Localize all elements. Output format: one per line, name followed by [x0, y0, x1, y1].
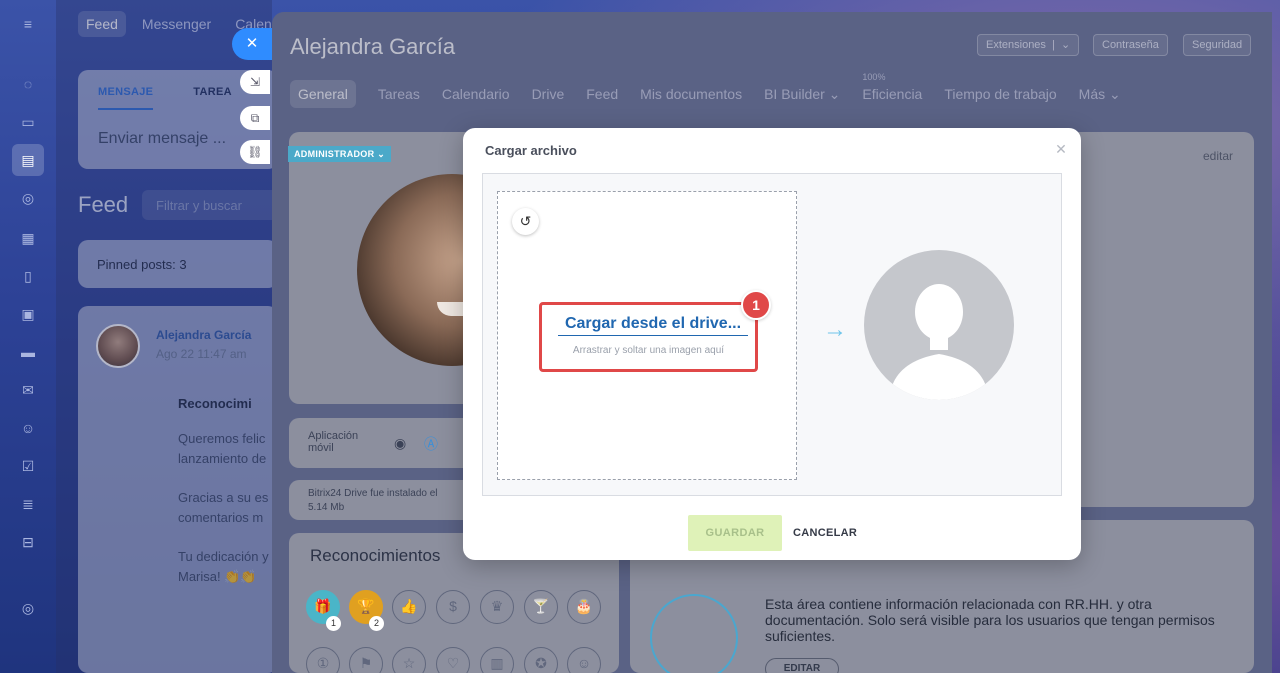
badge-count: 1 — [326, 616, 341, 631]
close-slider-button[interactable]: ✕ — [232, 28, 272, 60]
hr-edit-button[interactable]: EDITAR — [765, 658, 839, 673]
hr-description: Esta área contiene información relaciona… — [765, 596, 1215, 644]
menu-icon[interactable]: ≡ — [18, 14, 38, 34]
chat-icon[interactable]: ▭ — [18, 112, 38, 132]
edit-link[interactable]: editar — [1203, 149, 1233, 163]
upload-from-drive-link[interactable]: Cargar desde el drive... — [558, 315, 748, 336]
modal-body: ↺ Cargar desde el drive... Arrastrar y s… — [482, 173, 1062, 496]
avatar-placeholder — [864, 250, 1014, 400]
medal-icon[interactable]: ✪ — [524, 647, 558, 673]
star-icon[interactable]: ☆ — [392, 647, 426, 673]
briefcase-icon — [650, 594, 738, 673]
smile-icon[interactable]: ☺ — [567, 647, 601, 673]
admin-badge[interactable]: ADMINISTRADOR ⌄ — [288, 146, 392, 162]
appstore-icon[interactable]: Ⓐ — [424, 434, 438, 454]
beer-icon[interactable]: ▥ — [480, 647, 514, 673]
mobile-app-label: Aplicación móvil — [308, 430, 359, 454]
save-button[interactable]: GUARDAR — [688, 515, 782, 551]
arrow-right-icon: → — [823, 316, 847, 343]
docs-icon[interactable]: ▯ — [18, 266, 38, 286]
highlight-box: Cargar desde el drive... Arrastrar y sol… — [539, 302, 758, 372]
left-icon-rail: ≡ ◌ ▭ ▤ ◎ ▦ ▯ ▣ ▬ ✉ ☺ ☑ ≣ ⊟ ◎ — [0, 0, 56, 673]
upload-modal: Cargar archivo ✕ ↺ Cargar desde el drive… — [463, 128, 1081, 560]
step-marker: 1 — [741, 290, 771, 320]
board-icon[interactable]: ▣ — [18, 304, 38, 324]
tasks-icon[interactable]: ◎ — [18, 188, 38, 208]
heart-icon[interactable]: ♡ — [436, 647, 470, 673]
money-bag-icon[interactable]: $ — [436, 590, 470, 624]
drop-hint: Arrastrar y soltar una imagen aquí — [572, 345, 725, 356]
admin-badge-label: ADMINISTRADOR — [294, 149, 375, 159]
cocktail-icon[interactable]: 🍸 — [524, 590, 558, 624]
open-new-window-icon[interactable]: ⧉ — [240, 106, 270, 130]
cake-icon[interactable]: 🎂 — [567, 590, 601, 624]
calendar-icon[interactable]: ▦ — [18, 228, 38, 248]
team-icon[interactable]: ☺ — [18, 418, 38, 438]
badge-count: 2 — [369, 616, 384, 631]
feed-icon[interactable]: ▤ — [12, 144, 44, 176]
close-icon[interactable]: ✕ — [1053, 141, 1069, 157]
thumbs-up-icon[interactable]: 👍 — [392, 590, 426, 624]
filter-icon[interactable]: ≣ — [18, 494, 38, 514]
checklist-icon[interactable]: ☑ — [18, 456, 38, 476]
card-icon[interactable]: ▬ — [18, 342, 38, 362]
drive-info-line2: 5.14 Mb — [308, 502, 345, 513]
flag-icon[interactable]: ⚑ — [349, 647, 383, 673]
person-silhouette-icon — [889, 284, 989, 400]
minimize-icon[interactable]: ⇲ — [240, 70, 270, 94]
cancel-button[interactable]: CANCELAR — [793, 515, 857, 551]
printer-icon[interactable]: ⊟ — [18, 532, 38, 552]
mail-icon[interactable]: ✉ — [18, 380, 38, 400]
copy-link-icon[interactable]: ⛓ — [240, 140, 270, 164]
rotate-icon[interactable]: ↺ — [512, 208, 539, 235]
feed-overlay — [56, 0, 272, 673]
drop-zone[interactable]: ↺ Cargar desde el drive... Arrastrar y s… — [497, 191, 797, 480]
recognitions-title: Reconocimientos — [310, 546, 441, 565]
number-one-icon[interactable]: ① — [306, 647, 340, 673]
settings-icon[interactable]: ◎ — [18, 598, 38, 618]
modal-title: Cargar archivo — [485, 143, 577, 158]
android-icon[interactable]: ◉ — [394, 435, 406, 452]
activity-icon[interactable]: ◌ — [18, 74, 38, 94]
drive-info-line1: Bitrix24 Drive fue instalado el — [308, 488, 438, 499]
crown-icon[interactable]: ♛ — [480, 590, 514, 624]
